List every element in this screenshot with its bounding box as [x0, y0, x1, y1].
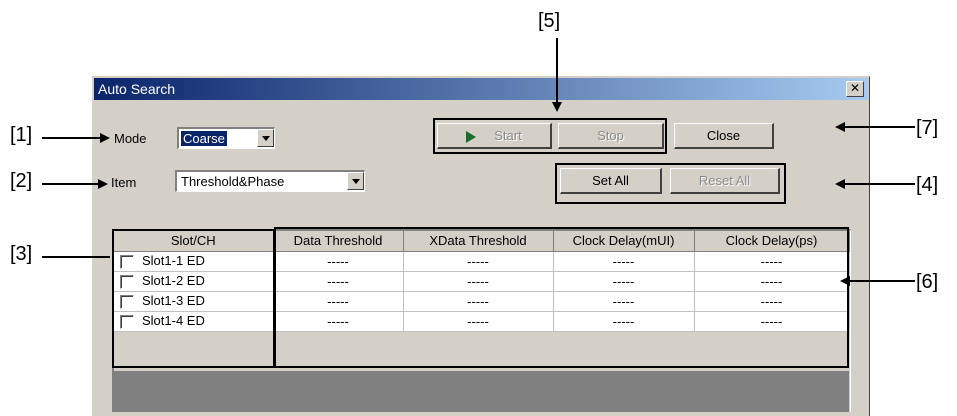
title-bar: Auto Search ✕: [94, 78, 868, 100]
callout-6: [6]: [916, 271, 939, 293]
dialog-title: Auto Search: [98, 81, 176, 97]
callout-box-6: [274, 227, 849, 368]
mode-select[interactable]: Coarse: [177, 127, 275, 149]
item-label: Item: [111, 175, 137, 190]
chevron-down-icon[interactable]: [257, 129, 274, 147]
item-select[interactable]: Threshold&Phase: [175, 170, 365, 192]
callout-5: [5]: [538, 10, 561, 32]
item-select-value: Threshold&Phase: [181, 174, 285, 189]
mode-label: Mode: [114, 131, 147, 146]
close-window-icon[interactable]: ✕: [846, 81, 864, 97]
callout-box-5: [433, 118, 667, 154]
arrow-right-icon: [100, 133, 110, 143]
callout-5-line: [556, 38, 558, 102]
callout-4: [4]: [916, 174, 939, 196]
arrow-down-icon: [552, 102, 562, 112]
callout-2-line: [42, 183, 98, 185]
callout-box-4: [555, 163, 786, 204]
arrow-right-icon: [98, 179, 108, 189]
callout-7: [7]: [916, 117, 939, 139]
close-button[interactable]: Close: [674, 123, 774, 149]
callout-7-line: [845, 126, 915, 128]
callout-1: [1]: [10, 124, 33, 146]
callout-4-line: [845, 183, 915, 185]
grid-empty-area: [114, 371, 849, 412]
callout-1-line: [42, 137, 100, 139]
callout-2: [2]: [10, 170, 33, 192]
chevron-down-icon[interactable]: [347, 172, 364, 190]
callout-box-3: [112, 229, 275, 368]
callout-3: [3]: [10, 243, 33, 265]
arrow-left-icon: [840, 276, 850, 286]
mode-select-value: Coarse: [181, 131, 227, 146]
callout-3-line: [42, 256, 110, 258]
callout-6-line: [850, 280, 915, 282]
arrow-left-icon: [835, 179, 845, 189]
arrow-left-icon: [835, 122, 845, 132]
